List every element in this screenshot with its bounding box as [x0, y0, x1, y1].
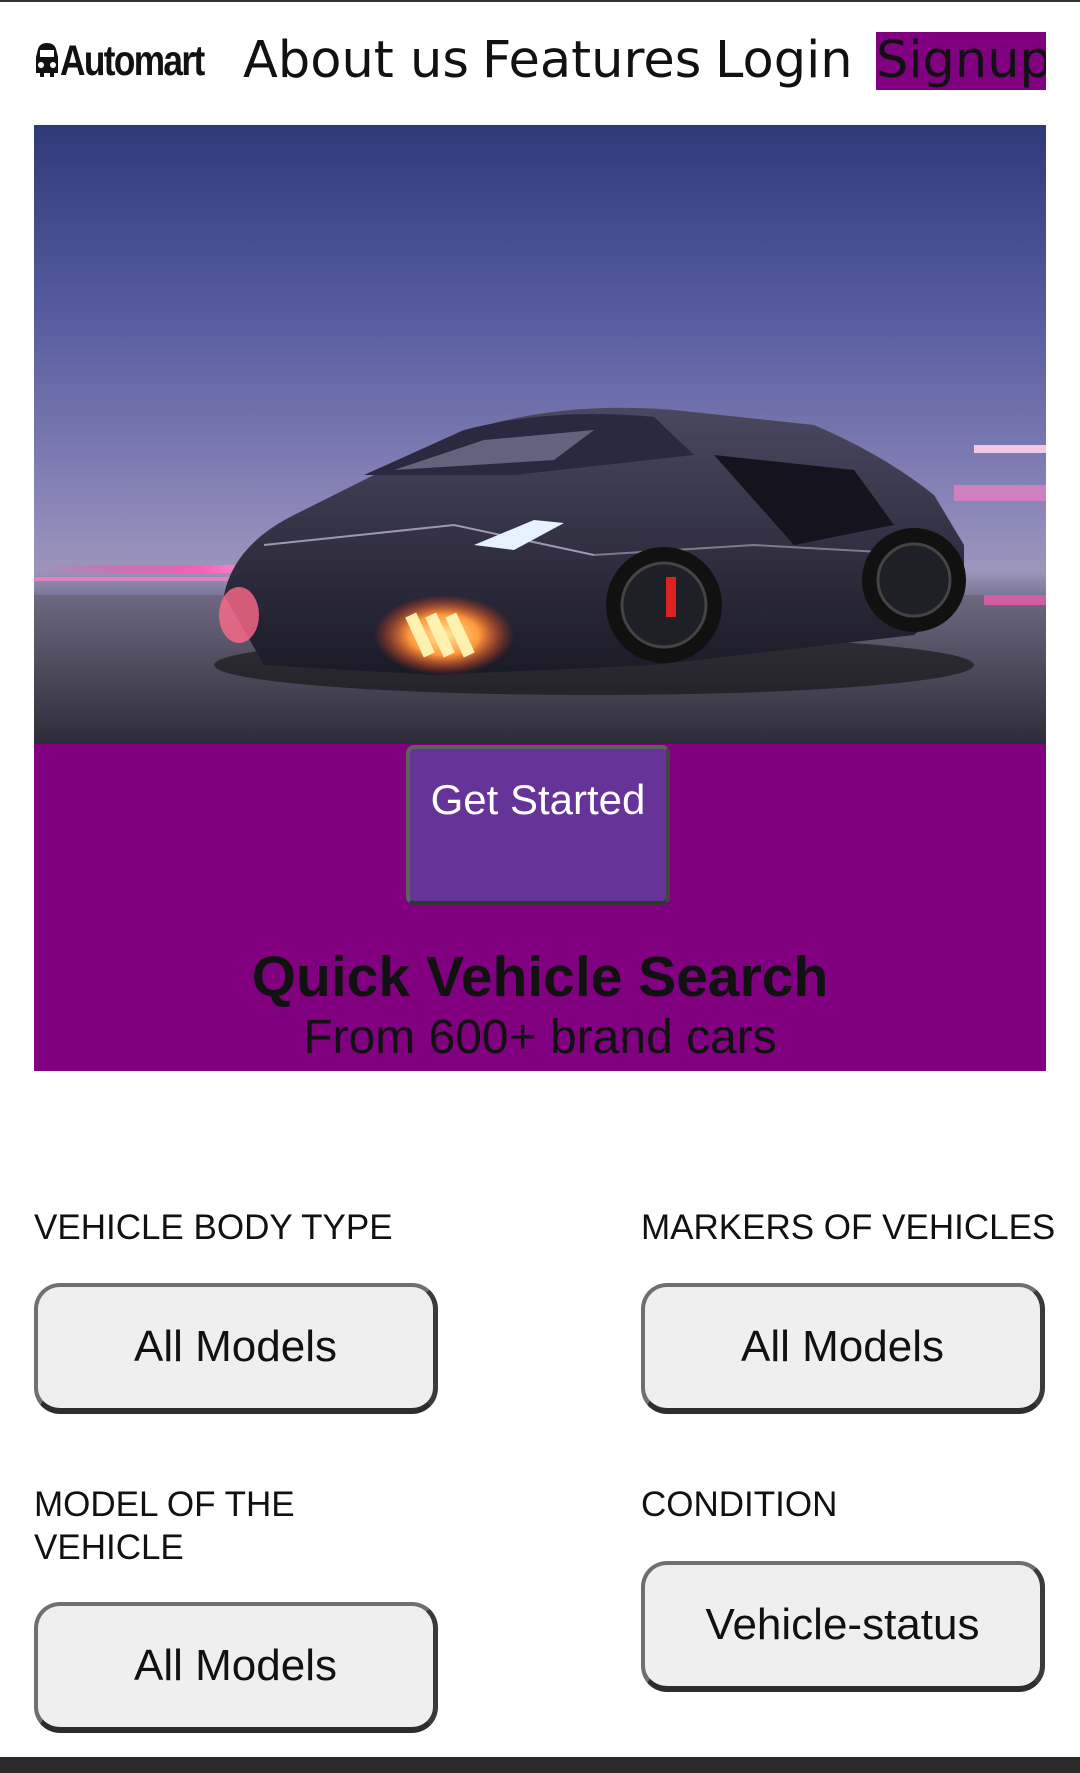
navbar: Automart About us Features Login Signup [34, 30, 1046, 92]
markers-select[interactable]: All Models [641, 1283, 1045, 1414]
nav-link-about[interactable]: About us [243, 30, 469, 92]
bottom-bar [0, 1757, 1080, 1773]
markers-label: MARKERS OF VEHICLES [641, 1208, 1056, 1247]
signup-button[interactable]: Signup [876, 32, 1046, 90]
nav-link-login[interactable]: Login [715, 30, 853, 92]
model-label: MODEL OF THE VEHICLE [34, 1485, 295, 1567]
body-type-label: VEHICLE BODY TYPE [34, 1208, 393, 1247]
logo[interactable]: Automart [34, 36, 235, 86]
brand-name: Automart [60, 36, 205, 85]
quick-search-panel: Get Started Quick Vehicle Search From 60… [34, 744, 1046, 1071]
condition-select[interactable]: Vehicle-status [641, 1561, 1045, 1692]
body-type-select[interactable]: All Models [34, 1283, 438, 1414]
quick-search-subtitle: From 600+ brand cars [303, 1011, 777, 1064]
hero-image [34, 125, 1046, 744]
car-icon [36, 43, 58, 77]
condition-label: CONDITION [641, 1485, 838, 1524]
top-border [0, 0, 1080, 2]
get-started-button[interactable]: Get Started [406, 745, 670, 905]
sports-car-illustration [34, 407, 1046, 744]
nav-link-features[interactable]: Features [482, 30, 701, 92]
model-select[interactable]: All Models [34, 1602, 438, 1733]
quick-search-title: Quick Vehicle Search [251, 945, 829, 1009]
